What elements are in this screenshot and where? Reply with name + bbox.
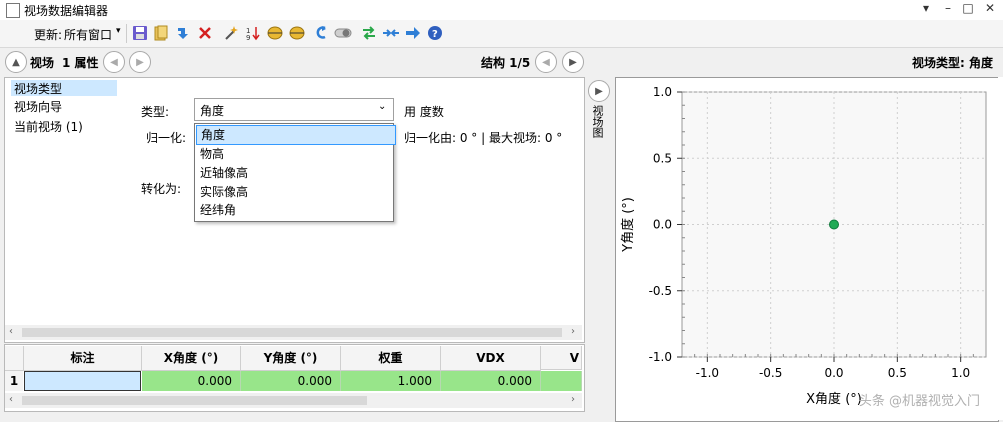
section-title: 视场: [30, 56, 55, 70]
dropdown-option-real-image-height[interactable]: 实际像高: [196, 183, 394, 201]
field-chart-panel: -1.0 -0.5 0.0 0.5 1.0 1.0 0.5 0.0 -0.5 -1.0 X角度 (°…: [615, 77, 999, 422]
scroll-right-icon[interactable]: ›: [571, 326, 575, 337]
save-icon[interactable]: [131, 24, 149, 42]
wand-icon[interactable]: [222, 24, 240, 42]
ellipse-icon[interactable]: [266, 24, 284, 42]
tree-item-field-wizard[interactable]: 视场向导: [11, 98, 65, 114]
column-header[interactable]: VDX: [441, 346, 541, 371]
arrow-right-icon[interactable]: [404, 24, 422, 42]
title-bar: 视场数据编辑器 ▾ – □ ✕: [0, 0, 1003, 21]
dropdown-option-theodolite-angle[interactable]: 经纬角: [196, 201, 394, 219]
column-header[interactable]: X角度 (°): [142, 346, 241, 371]
header-bar: ▲ 视场 1 属性 ◀ ▶ 结构 1/5 ◀ ▶ 视场类型: 角度: [0, 48, 1003, 74]
toggle-icon[interactable]: [334, 24, 352, 42]
dropdown-option-angle[interactable]: 角度: [196, 125, 396, 145]
x-tick-label: 0.0: [824, 366, 843, 380]
data-point: [829, 219, 839, 230]
scroll-left-icon[interactable]: ‹: [9, 394, 13, 405]
structure-label: 结构 1/5: [481, 56, 531, 70]
table-cell-weight[interactable]: 1.000: [341, 371, 441, 391]
y-tick-label: 0.5: [653, 151, 672, 165]
separator: [126, 24, 127, 43]
y-axis-label: Y角度 (°): [620, 197, 636, 253]
normalize-label: 归一化:: [146, 131, 187, 145]
close-button[interactable]: ✕: [982, 1, 998, 15]
side-panel-tab[interactable]: ▶ 视场图: [587, 77, 610, 420]
type-combobox[interactable]: 角度 ⌄: [194, 98, 394, 121]
open-icon[interactable]: [152, 24, 170, 42]
chevron-down-icon[interactable]: ▾: [116, 26, 121, 36]
structure-next-icon[interactable]: ▶: [562, 51, 584, 73]
undo-icon[interactable]: [312, 24, 330, 42]
arrow-down-icon[interactable]: [174, 24, 192, 42]
use-degrees-label: 用 度数: [404, 105, 444, 119]
table-horizontal-scrollbar[interactable]: ‹ ›: [5, 393, 582, 408]
svg-text:9: 9: [246, 34, 250, 41]
x-tick-label: -1.0: [696, 366, 719, 380]
tree-item-current-field[interactable]: 当前视场 (1): [11, 118, 86, 134]
delete-icon[interactable]: [196, 24, 214, 42]
column-header[interactable]: Y角度 (°): [241, 346, 341, 371]
table-cell-x[interactable]: 0.000: [142, 371, 241, 391]
field-type-label: 视场类型: 角度: [912, 56, 993, 70]
table-corner: [5, 346, 24, 371]
y-tick-label: -0.5: [649, 284, 672, 298]
window-title: 视场数据编辑器: [24, 4, 109, 18]
column-header[interactable]: V: [541, 346, 582, 370]
prev-icon[interactable]: ◀: [103, 51, 125, 73]
structure-prev-icon[interactable]: ◀: [535, 51, 557, 73]
x-tick-label: 1.0: [951, 366, 970, 380]
x-tick-label: -0.5: [759, 366, 782, 380]
update-label: 更新:: [34, 28, 63, 42]
convert-label: 转化为:: [141, 182, 182, 196]
toolbar: 更新: 所有窗口 ▾ 19 ?: [0, 20, 1003, 48]
row-number[interactable]: 1: [5, 371, 23, 391]
y-tick-label: 1.0: [653, 85, 672, 99]
type-dropdown-list: 角度 物高 近轴像高 实际像高 经纬角: [194, 123, 396, 222]
scroll-right-icon[interactable]: ›: [571, 394, 575, 405]
x-axis-label: X角度 (°): [806, 391, 862, 407]
expand-icon[interactable]: ▶: [588, 80, 610, 102]
update-dropdown[interactable]: 所有窗口: [64, 26, 112, 43]
svg-text:?: ?: [432, 29, 438, 40]
table-cell-label[interactable]: [24, 371, 141, 391]
right-edge-panel: [998, 77, 1003, 420]
column-header[interactable]: 标注: [24, 346, 142, 371]
sort-icon[interactable]: 19: [244, 24, 262, 42]
attribute-count: 1 属性: [62, 56, 99, 70]
scroll-thumb[interactable]: [22, 328, 562, 337]
pin-button[interactable]: ▾: [918, 1, 934, 15]
type-combobox-value: 角度: [200, 104, 225, 118]
scroll-left-icon[interactable]: ‹: [9, 326, 13, 337]
property-tree: 视场类型 视场向导 当前视场 (1): [5, 78, 125, 325]
app-icon: [6, 3, 20, 18]
y-tick-label: -1.0: [649, 350, 672, 364]
tree-item-field-type[interactable]: 视场类型: [11, 80, 117, 96]
collapse-icon[interactable]: [382, 24, 400, 42]
ellipse-icon[interactable]: [288, 24, 306, 42]
maximize-button[interactable]: □: [960, 1, 976, 15]
chevron-down-icon[interactable]: ⌄: [378, 101, 386, 112]
scroll-thumb[interactable]: [22, 396, 367, 405]
next-icon[interactable]: ▶: [129, 51, 151, 73]
table-cell-y[interactable]: 0.000: [241, 371, 341, 391]
column-header[interactable]: 权重: [341, 346, 441, 371]
dropdown-option-object-height[interactable]: 物高: [196, 145, 394, 163]
collapse-up-icon[interactable]: ▲: [5, 51, 27, 73]
swap-icon[interactable]: [360, 24, 378, 42]
x-tick-label: 0.5: [888, 366, 907, 380]
y-tick-label: 0.0: [653, 218, 672, 232]
normalize-info: 归一化由: 0 ° | 最大视场: 0 °: [404, 131, 563, 145]
help-icon[interactable]: ?: [426, 24, 444, 42]
type-label: 类型:: [141, 105, 170, 119]
field-chart: -1.0 -0.5 0.0 0.5 1.0 1.0 0.5 0.0 -0.5 -1.0 X角度 (°…: [620, 85, 987, 409]
watermark: 头条 @机器视觉入门: [859, 393, 980, 409]
table-cell-vdx[interactable]: 0.000: [441, 371, 541, 391]
editor-horizontal-scrollbar[interactable]: ‹ ›: [5, 325, 582, 340]
side-tab-label[interactable]: 视场图: [591, 105, 605, 138]
minimize-button[interactable]: –: [940, 1, 956, 15]
dropdown-option-paraxial-image-height[interactable]: 近轴像高: [196, 164, 394, 182]
table-cell-vdy[interactable]: [541, 371, 582, 391]
